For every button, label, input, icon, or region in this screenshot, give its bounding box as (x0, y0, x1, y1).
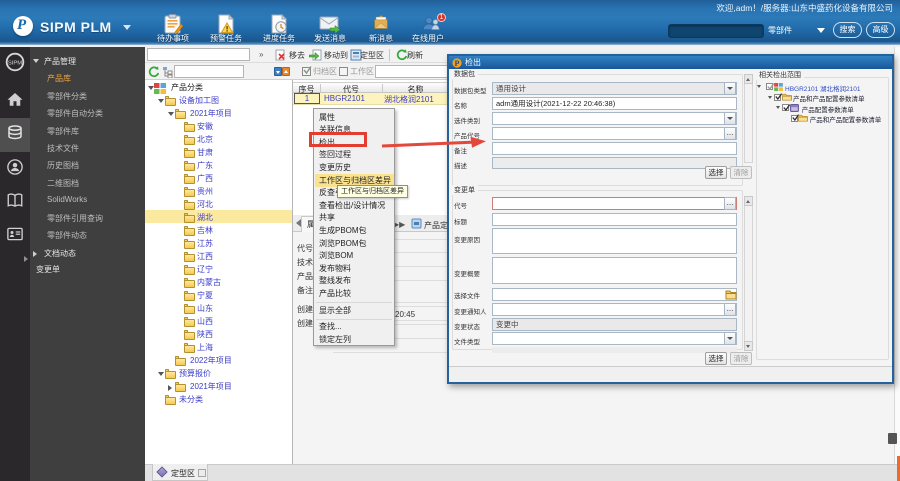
svg-text:P: P (455, 59, 460, 68)
svg-text:SIPM: SIPM (8, 60, 22, 66)
